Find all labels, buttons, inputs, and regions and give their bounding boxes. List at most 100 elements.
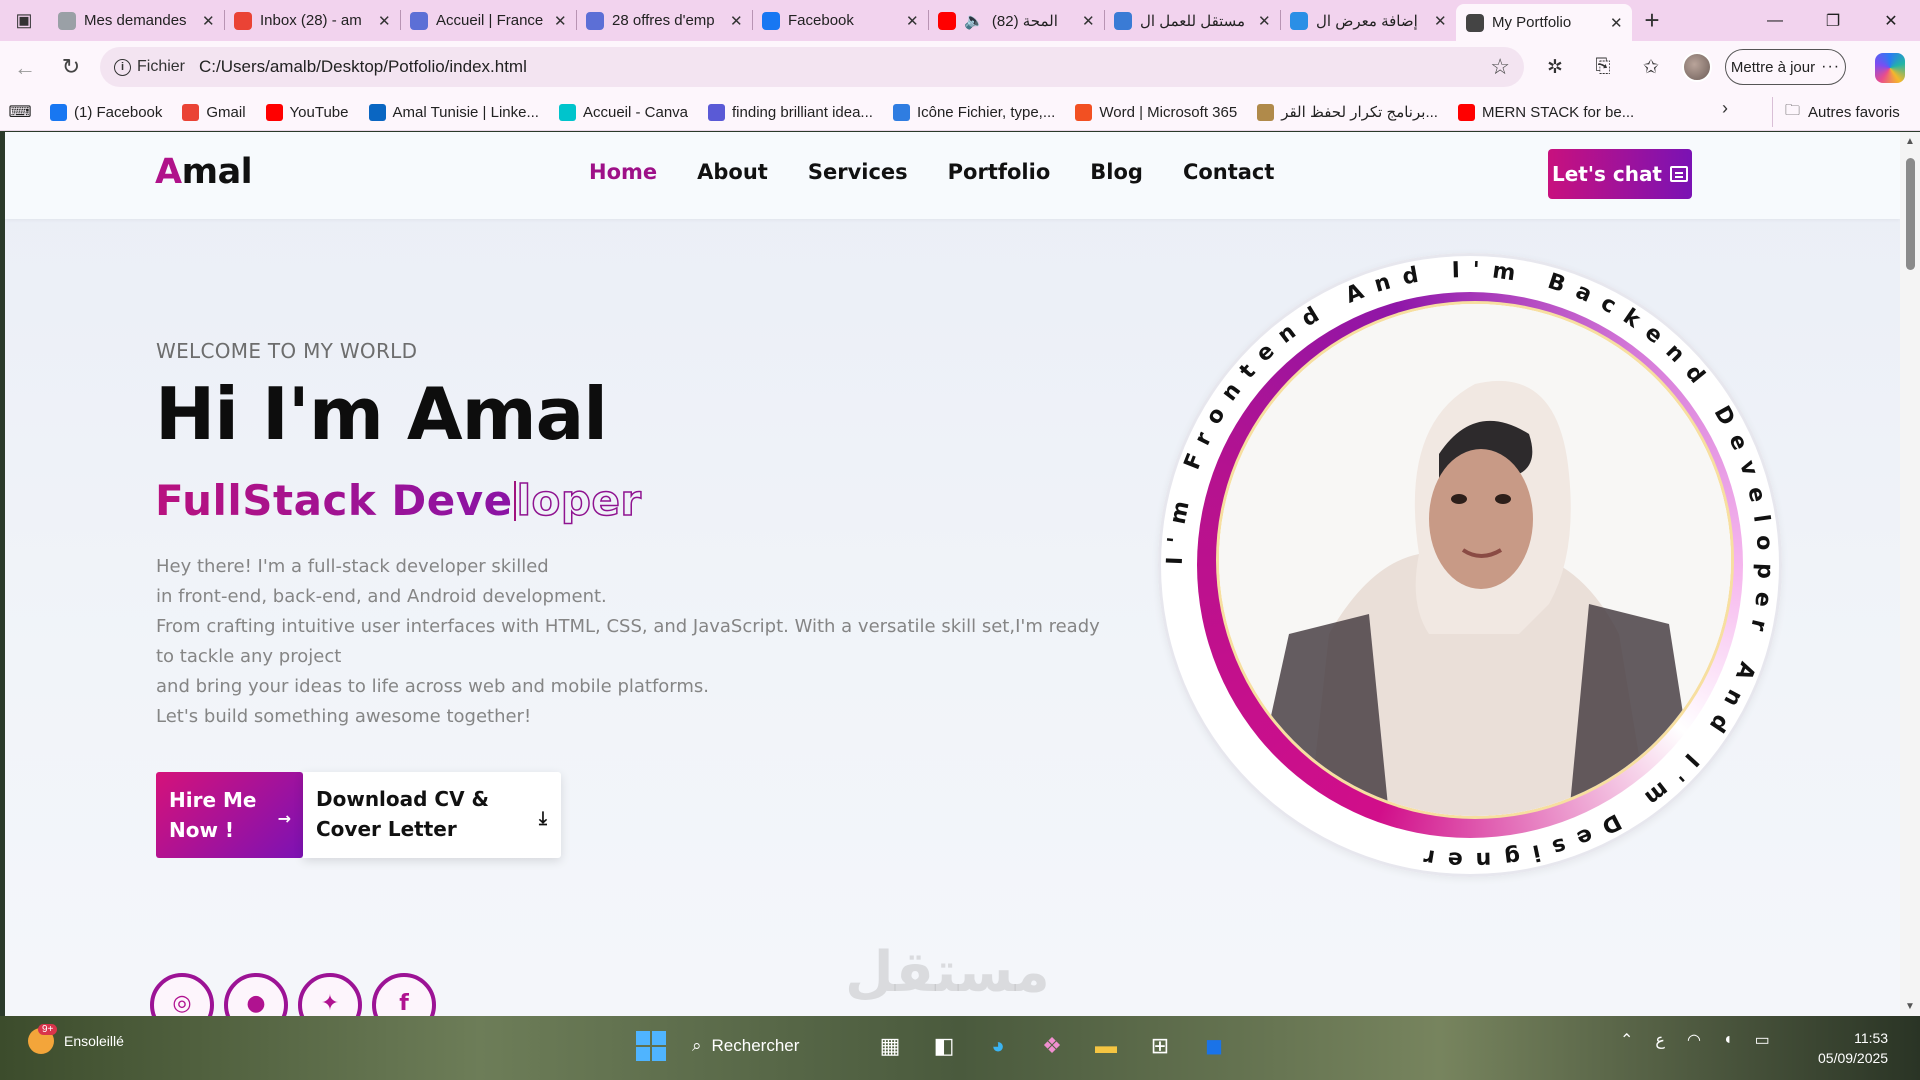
clock[interactable]: 11:53 05/09/2025: [1818, 1028, 1888, 1068]
bookmark-star-icon[interactable]: ☆: [1490, 54, 1510, 80]
browser-tab[interactable]: Inbox (28) - am ✕: [224, 0, 400, 41]
task-view-icon[interactable]: ◧: [924, 1026, 964, 1066]
update-button-label: Mettre à jour: [1730, 58, 1816, 76]
bookmark-item[interactable]: Amal Tunisie | Linke...: [359, 97, 549, 127]
restore-icon[interactable]: ❐: [1804, 0, 1862, 41]
browser-tab[interactable]: 🔈 (82) المحة ✕: [928, 0, 1104, 41]
audio-playing-icon[interactable]: 🔈: [964, 11, 984, 31]
arrow-right-icon: →: [277, 809, 291, 828]
store-icon[interactable]: ⊞: [1140, 1026, 1180, 1066]
github-icon[interactable]: ●: [224, 973, 288, 1016]
nav-item-about[interactable]: About: [697, 160, 768, 184]
bookmark-favicon-icon: [265, 103, 283, 121]
extensions-icon[interactable]: ✲: [1538, 49, 1572, 85]
copilot-app-icon[interactable]: ❖: [1032, 1026, 1072, 1066]
bookmark-item[interactable]: Gmail: [172, 97, 255, 127]
nav-item-portfolio[interactable]: Portfolio: [948, 160, 1051, 184]
bookmark-item[interactable]: YouTube: [256, 97, 359, 127]
bookmark-favicon-icon: [708, 103, 726, 121]
bookmark-item[interactable]: (1) Facebook: [40, 97, 172, 127]
hire-me-button[interactable]: Hire Me Now ! →: [156, 772, 303, 858]
page-viewport: Amal Home About Services Portfolio Blog Conta…: [5, 132, 1900, 1016]
battery-icon[interactable]: ▭: [1755, 1030, 1770, 1050]
close-tab-icon[interactable]: ✕: [1258, 12, 1272, 30]
site-logo[interactable]: Amal: [155, 152, 253, 192]
hero-kicker: WELCOME TO MY WORLD: [156, 339, 418, 363]
chevron-up-icon[interactable]: ⌃: [1620, 1030, 1633, 1050]
bookmark-item[interactable]: finding brilliant idea...: [698, 97, 883, 127]
bookmark-favicon-icon: [1457, 103, 1475, 121]
sun-icon: 9+: [28, 1024, 58, 1054]
close-tab-icon[interactable]: ✕: [1082, 12, 1096, 30]
scheme-label: Fichier: [137, 58, 186, 75]
outlook-icon[interactable]: ◼: [1194, 1026, 1234, 1066]
bookmark-item[interactable]: Word | Microsoft 365: [1065, 97, 1247, 127]
toolbar-icons: ✲ ⎘ ✩: [1538, 49, 1712, 85]
scroll-down-icon[interactable]: ▼: [1905, 1001, 1915, 1012]
back-button[interactable]: ←: [2, 48, 48, 88]
copilot-icon[interactable]: [1875, 53, 1905, 83]
start-button[interactable]: [636, 1031, 666, 1061]
profile-avatar[interactable]: [1682, 52, 1712, 82]
windows-taskbar: 9+ Ensoleillé ⌕ Rechercher ▦ ◧ ◕ ❖ ▬ ⊞ ◼ …: [0, 1016, 1920, 1080]
chevron-right-icon[interactable]: ›: [1722, 98, 1728, 119]
new-tab-button[interactable]: +: [1632, 0, 1672, 41]
browser-tab[interactable]: إضافة معرض ال ✕: [1280, 0, 1456, 41]
tab-actions-menu-icon[interactable]: ▣: [0, 0, 48, 41]
minimize-icon[interactable]: —: [1746, 0, 1804, 41]
lets-chat-button[interactable]: Let's chat: [1548, 149, 1692, 199]
weather-widget[interactable]: 9+ Ensoleillé: [28, 1024, 124, 1054]
volume-icon[interactable]: ◖: [1723, 1031, 1733, 1049]
reload-button[interactable]: ↻: [48, 47, 94, 87]
widgets-icon[interactable]: ▦: [870, 1026, 910, 1066]
file-explorer-icon[interactable]: ▬: [1086, 1026, 1126, 1066]
facebook-icon[interactable]: f: [372, 973, 436, 1016]
more-options-icon[interactable]: ···: [1821, 58, 1840, 76]
close-tab-icon[interactable]: ✕: [554, 12, 568, 30]
page-scrollbar[interactable]: ▲ ▼: [1900, 132, 1920, 1016]
bookmark-item[interactable]: Icône Fichier, type,...: [883, 97, 1065, 127]
bookmark-item[interactable]: MERN STACK for be...: [1448, 97, 1644, 127]
twitter-icon[interactable]: ✦: [298, 973, 362, 1016]
bookmark-item[interactable]: برنامج تكرار لحفظ القر...: [1247, 97, 1448, 127]
scroll-up-icon[interactable]: ▲: [1905, 136, 1915, 147]
url-text[interactable]: C:/Users/amalb/Desktop/Potfolio/index.ht…: [199, 57, 1490, 77]
scroll-thumb[interactable]: [1906, 158, 1915, 270]
update-button[interactable]: Mettre à jour ···: [1725, 49, 1846, 85]
taskbar-search[interactable]: ⌕ Rechercher: [680, 1026, 856, 1066]
browser-tab[interactable]: 28 offres d'emp ✕: [576, 0, 752, 41]
favorites-icon[interactable]: ✩: [1634, 49, 1668, 85]
tab-label: Accueil | France: [436, 12, 544, 29]
nav-item-home[interactable]: Home: [589, 160, 657, 184]
other-bookmarks[interactable]: 🗀 Autres favoris: [1772, 97, 1900, 127]
nav-item-contact[interactable]: Contact: [1183, 160, 1275, 184]
bookmark-item[interactable]: Accueil - Canva: [549, 97, 698, 127]
browser-tab[interactable]: مستقل للعمل ال ✕: [1104, 0, 1280, 41]
close-tab-icon[interactable]: ✕: [730, 12, 744, 30]
hero-description: Hey there! I'm a full-stack developer sk…: [156, 552, 1116, 732]
nav-item-services[interactable]: Services: [808, 160, 908, 184]
browser-tab[interactable]: Accueil | France ✕: [400, 0, 576, 41]
instagram-icon[interactable]: ◎: [150, 973, 214, 1016]
edge-icon[interactable]: ◕: [978, 1026, 1018, 1066]
close-tab-icon[interactable]: ✕: [1434, 12, 1448, 30]
browser-tab[interactable]: Facebook ✕: [752, 0, 928, 41]
input-language[interactable]: ع: [1655, 1030, 1665, 1050]
address-bar[interactable]: i Fichier C:/Users/amalb/Desktop/Potfoli…: [100, 47, 1524, 87]
close-tab-icon[interactable]: ✕: [202, 12, 216, 30]
bookmark-toggle-icon[interactable]: ⌨: [0, 102, 40, 122]
bookmark-favicon-icon: [1257, 103, 1275, 121]
split-screen-icon[interactable]: ⎘: [1586, 49, 1620, 85]
site-info-button[interactable]: i Fichier: [114, 58, 199, 76]
browser-tab[interactable]: My Portfolio ✕: [1456, 4, 1632, 41]
close-tab-icon[interactable]: ✕: [906, 12, 920, 30]
francetravail-icon: [410, 11, 428, 30]
close-tab-icon[interactable]: ✕: [378, 12, 392, 30]
browser-tab[interactable]: Mes demandes ✕: [48, 0, 224, 41]
download-cv-button[interactable]: Download CV & Cover Letter ⤓: [303, 772, 561, 858]
close-tab-icon[interactable]: ✕: [1610, 14, 1624, 32]
hero-title: Hi I'm Amal: [155, 372, 608, 456]
close-window-icon[interactable]: ✕: [1862, 0, 1920, 41]
nav-item-blog[interactable]: Blog: [1090, 160, 1143, 184]
wifi-icon[interactable]: ◠: [1687, 1030, 1701, 1050]
